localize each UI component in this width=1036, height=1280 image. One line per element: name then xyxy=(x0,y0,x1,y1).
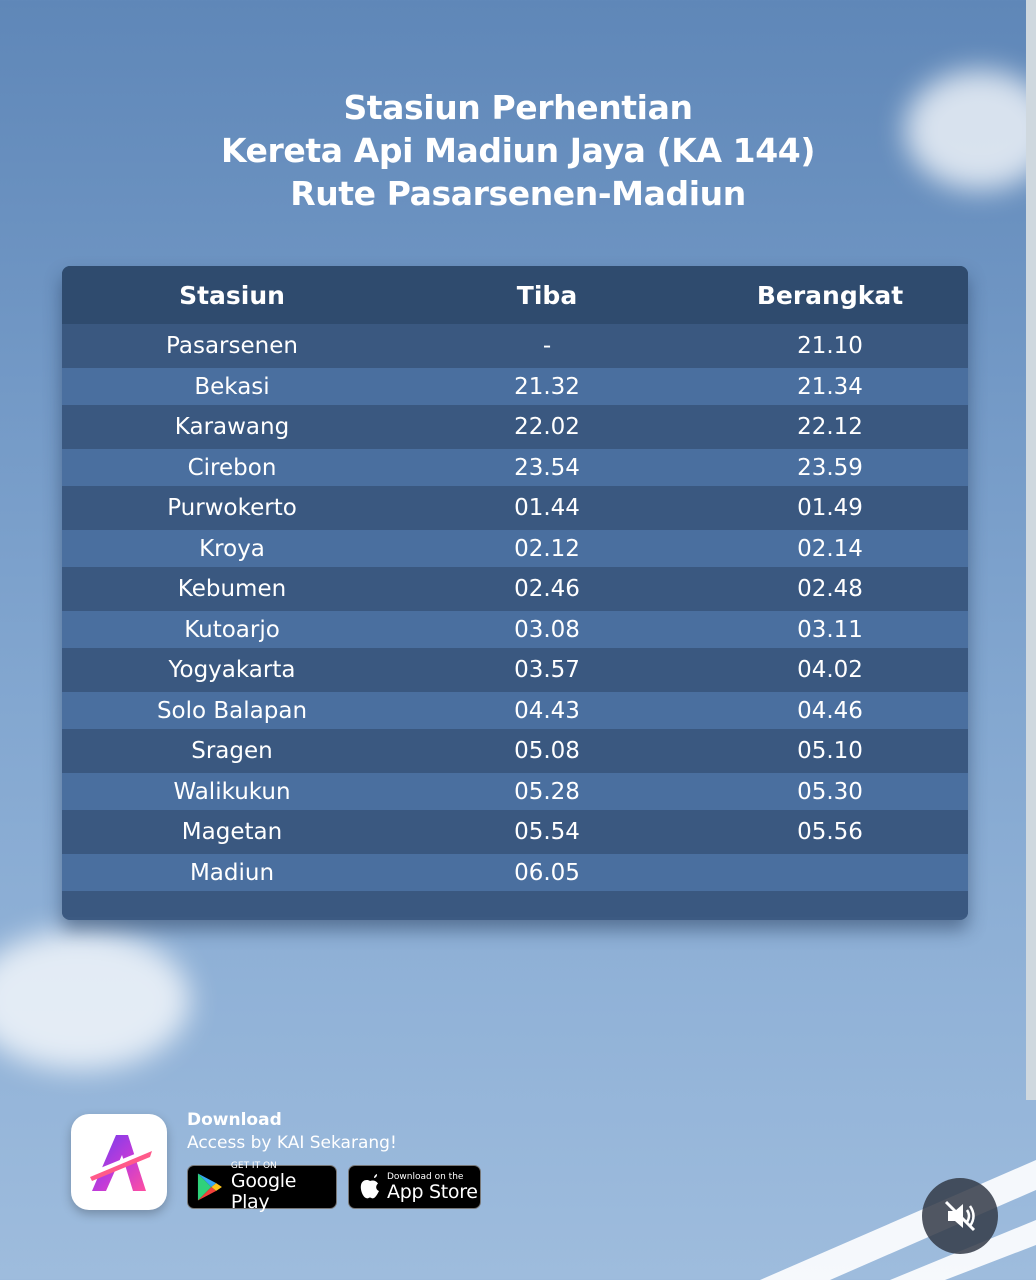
app-store-button[interactable]: Download on the App Store xyxy=(348,1165,481,1209)
cell-station: Kutoarjo xyxy=(184,616,280,643)
google-play-icon xyxy=(197,1173,222,1201)
cell-station: Kroya xyxy=(199,535,265,562)
cell-departure: 05.56 xyxy=(797,819,863,845)
table-footer xyxy=(62,891,968,917)
table-row: Kutoarjo 03.08 03.11 xyxy=(62,611,968,648)
table-row: Solo Balapan 04.43 04.46 xyxy=(62,692,968,729)
speaker-muted-icon xyxy=(944,1200,976,1232)
cell-arrival: 21.32 xyxy=(514,373,580,400)
cell-departure: 21.10 xyxy=(797,333,863,359)
cell-station: Magetan xyxy=(181,819,283,845)
table-row: Karawang 22.02 22.12 xyxy=(62,405,968,449)
cell-arrival: 03.08 xyxy=(514,616,580,643)
table-row: Madiun 06.05 xyxy=(62,854,968,891)
access-by-kai-logo-icon[interactable] xyxy=(71,1114,167,1210)
table-row: Bekasi 21.32 21.34 xyxy=(62,368,968,405)
cell-arrival: 22.02 xyxy=(514,414,580,440)
table-body: Pasarsenen - 21.10 Bekasi 21.32 21.34 Karawang… xyxy=(62,324,968,891)
cell-departure: 01.49 xyxy=(797,495,863,521)
cell-arrival: 03.57 xyxy=(514,657,580,683)
cell-station: Yogyakarta xyxy=(168,657,296,683)
cell-arrival: - xyxy=(542,333,552,359)
cell-departure: 05.10 xyxy=(797,738,863,764)
title-line-2: Kereta Api Madiun Jaya (KA 144) xyxy=(220,131,816,170)
download-subtitle: Access by KAI Sekarang! xyxy=(187,1133,397,1153)
cell-station: Sragen xyxy=(191,738,273,764)
table-row: Cirebon 23.54 23.59 xyxy=(62,449,968,486)
cell-arrival: 06.05 xyxy=(514,859,580,886)
title-line-3: Rute Pasarsenen-Madiun xyxy=(290,174,746,213)
cell-arrival: 02.46 xyxy=(514,576,580,602)
cell-station: Purwokerto xyxy=(167,495,297,521)
header-station: Stasiun xyxy=(179,280,285,310)
cloud-bottom-left xyxy=(0,930,190,1070)
header-arrival: Tiba xyxy=(516,280,578,310)
cell-arrival: 05.54 xyxy=(514,819,580,845)
cell-departure: 02.48 xyxy=(797,576,863,602)
cell-departure: 03.11 xyxy=(797,616,863,643)
cell-arrival: 04.43 xyxy=(514,697,580,724)
cell-departure: 23.59 xyxy=(797,454,863,481)
cell-arrival: 01.44 xyxy=(514,495,580,521)
google-play-button[interactable]: GET IT ON Google Play xyxy=(187,1161,337,1213)
cell-arrival: 05.28 xyxy=(514,778,580,805)
table-row: Kebumen 02.46 02.48 xyxy=(62,567,968,611)
cell-departure: 02.14 xyxy=(797,535,863,562)
table-row: Pasarsenen - 21.10 xyxy=(62,324,968,368)
cell-station: Cirebon xyxy=(187,454,277,481)
download-title: Download xyxy=(187,1110,282,1130)
page-title: Stasiun Perhentian Kereta Api Madiun Jay… xyxy=(0,86,1036,215)
cell-station: Bekasi xyxy=(194,373,270,400)
cell-station: Karawang xyxy=(174,414,290,440)
table-row: Magetan 05.54 05.56 xyxy=(62,810,968,854)
table-row: Walikukun 05.28 05.30 xyxy=(62,773,968,810)
table-header: Stasiun Tiba Berangkat xyxy=(62,266,968,324)
cell-station: Madiun xyxy=(189,859,275,886)
table-row: Sragen 05.08 05.10 xyxy=(62,729,968,773)
cell-departure: 04.02 xyxy=(797,657,863,683)
cell-station: Pasarsenen xyxy=(166,333,298,359)
table-row: Kroya 02.12 02.14 xyxy=(62,530,968,567)
cell-station: Solo Balapan xyxy=(156,697,308,724)
cell-station: Kebumen xyxy=(177,576,287,602)
cell-arrival: 05.08 xyxy=(514,738,580,764)
cell-departure: 05.30 xyxy=(797,778,863,805)
google-play-big-text: Google Play xyxy=(230,1170,297,1213)
header-departure: Berangkat xyxy=(756,280,904,310)
cell-station: Walikukun xyxy=(173,778,291,805)
schedule-table: Stasiun Tiba Berangkat Pasarsenen - 21.10 B… xyxy=(62,266,968,920)
table-row: Yogyakarta 03.57 04.02 xyxy=(62,648,968,692)
cell-departure: 04.46 xyxy=(797,697,863,724)
app-store-small-text: Download on the xyxy=(387,1171,464,1182)
apple-icon xyxy=(360,1174,379,1199)
mute-button[interactable] xyxy=(922,1178,998,1254)
app-store-big-text: App Store xyxy=(387,1180,478,1203)
cell-departure: 21.34 xyxy=(797,373,863,400)
title-line-1: Stasiun Perhentian xyxy=(343,88,693,127)
cell-departure: 22.12 xyxy=(797,414,863,440)
table-row: Purwokerto 01.44 01.49 xyxy=(62,486,968,530)
cell-arrival: 02.12 xyxy=(514,535,580,562)
cell-arrival: 23.54 xyxy=(514,454,580,481)
